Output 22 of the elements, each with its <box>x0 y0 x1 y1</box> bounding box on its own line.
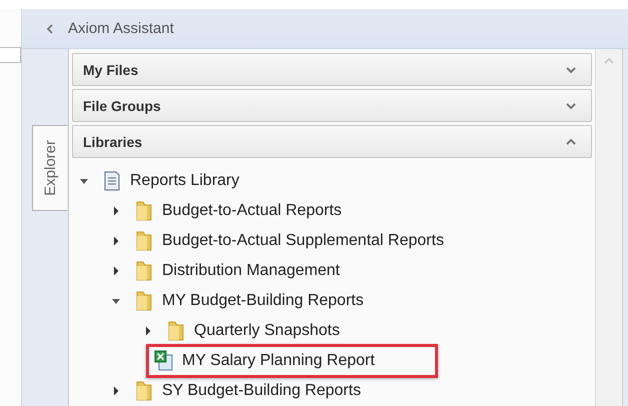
section-header[interactable]: Libraries <box>72 125 592 158</box>
folder-icon <box>166 320 186 342</box>
tree-item[interactable]: Budget-to-Actual Supplemental Reports <box>162 232 444 250</box>
folder-icon <box>134 200 154 222</box>
tree-item[interactable]: MY Salary Planning Report <box>182 352 375 370</box>
tree-item[interactable]: SY Budget-Building Reports <box>162 382 361 400</box>
collapse-icon[interactable] <box>46 24 54 34</box>
folder-icon <box>134 260 154 282</box>
tree-item[interactable]: MY Budget-Building Reports <box>162 292 364 310</box>
tree-item[interactable]: Distribution Management <box>162 262 340 280</box>
tree-item[interactable]: Budget-to-Actual Reports <box>162 202 342 220</box>
document-icon <box>102 170 122 192</box>
tree-item[interactable]: Quarterly Snapshots <box>194 322 340 340</box>
tree-item[interactable]: Reports Library <box>130 172 240 190</box>
folder-icon <box>134 290 154 312</box>
explorer-tab[interactable]: Explorer <box>32 125 67 211</box>
section-header[interactable]: File Groups <box>72 89 592 122</box>
section-header[interactable]: My Files <box>72 53 592 86</box>
folder-icon <box>134 230 154 252</box>
panel-title: Axiom Assistant <box>68 20 174 37</box>
folder-icon <box>134 380 154 402</box>
spreadsheet-icon <box>154 350 174 372</box>
